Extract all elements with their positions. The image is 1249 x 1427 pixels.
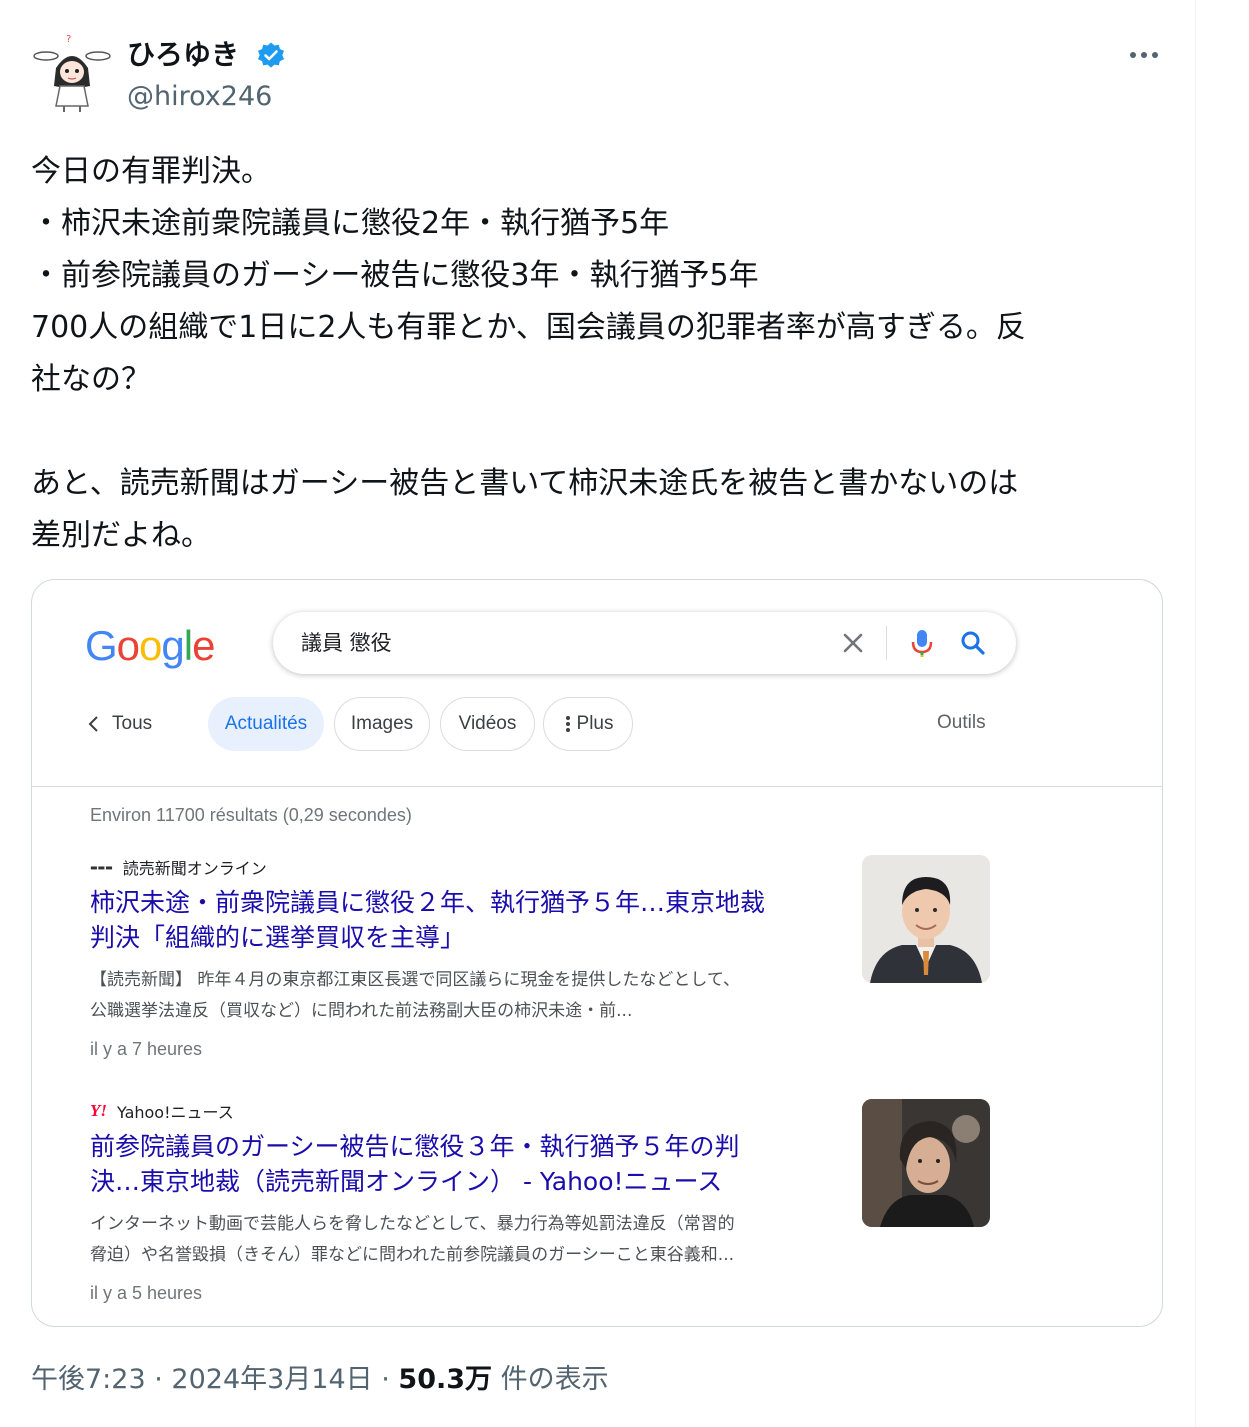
tweet-line: 700人の組織で1日に2人も有罪とか、国会議員の犯罪者率が高すぎる。反 [31, 310, 1026, 345]
avatar[interactable]: ? [30, 30, 114, 114]
result-stats: Environ 11700 résultats (0,29 secondes) [90, 805, 412, 825]
result-title-link[interactable]: 柿沢未途・前衆院議員に懲役２年、執行猶予５年…東京地裁 判決「組織的に選挙買収を… [90, 885, 850, 955]
result-title-link[interactable]: 前参院議員のガーシー被告に懲役３年・執行猶予５年の判 決…東京地裁（読売新聞オン… [90, 1129, 850, 1199]
tab-label: Plus [576, 713, 614, 734]
tab-label: Vidéos [458, 713, 517, 734]
result-thumbnail[interactable] [862, 1099, 990, 1227]
clear-icon[interactable] [838, 628, 868, 658]
result-source: Y! Yahoo!ニュース [90, 1099, 234, 1123]
result-thumbnail[interactable] [862, 855, 990, 983]
tweet-line: 社なの？ [31, 362, 151, 397]
title-line: 判決「組織的に選挙買収を主導」 [90, 923, 466, 952]
tab-label: Tous [112, 713, 153, 734]
chevron-left-icon [88, 716, 98, 732]
tweet-time[interactable]: 午後7:23 [31, 1364, 146, 1395]
yahoo-logo-icon: Y! [90, 1101, 107, 1120]
result-time: il y a 5 heures [90, 1283, 203, 1303]
verified-badge-icon [258, 42, 284, 68]
search-icon[interactable] [958, 628, 988, 658]
meta-separator: · [154, 1364, 172, 1395]
source-name: Yahoo!ニュース [117, 1103, 234, 1122]
svg-text:?: ? [66, 34, 71, 45]
tab-label: Actualités [224, 713, 308, 734]
tweet-text: 今日の有罪判決。 ・柿沢未途前衆院議員に懲役2年・執行猶予5年 ・前参院議員のガ… [31, 146, 1171, 562]
result-snippet: インターネット動画で芸能人らを脅したなどとして、暴力行為等処罰法違反（常習的 脅… [90, 1209, 830, 1271]
media-card[interactable]: Google 議員 懲役 Tous Actualités Images Vidé… [31, 579, 1163, 1327]
meta-separator: · [381, 1364, 399, 1395]
tab-actualites[interactable]: Actualités [208, 697, 324, 751]
search-input[interactable]: 議員 懲役 [301, 628, 392, 658]
timeline-border [1195, 0, 1196, 1427]
views-count: 50.3万 [398, 1364, 493, 1395]
snippet-line: 【読売新聞】 昨年４月の東京都江東区長選で同区議らに現金を提供したなどとして、 [90, 970, 741, 990]
tab-tous[interactable]: Tous [84, 697, 152, 751]
tweet-meta: 午後7:23 · 2024年3月14日 · 50.3万 件の表示 [31, 1360, 609, 1400]
tweet-date[interactable]: 2024年3月14日 [171, 1364, 372, 1395]
search-box[interactable]: 議員 懲役 [273, 612, 1016, 674]
tab-images[interactable]: Images [334, 697, 430, 751]
tools-button[interactable]: Outils [937, 712, 986, 734]
handle[interactable]: @hirox246 [127, 80, 272, 114]
search-result: ▬▬▬ 読売新聞オンライン 柿沢未途・前衆院議員に懲役２年、執行猶予５年…東京地… [90, 855, 1100, 1065]
google-logo: Google [85, 622, 215, 669]
mic-icon[interactable] [905, 626, 939, 660]
title-line: 前参院議員のガーシー被告に懲役３年・執行猶予５年の判 [90, 1132, 740, 1161]
views-label: 件の表示 [500, 1364, 609, 1395]
tweet-line: ・前参院議員のガーシー被告に懲役3年・執行猶予5年 [31, 258, 759, 293]
result-source: ▬▬▬ 読売新聞オンライン [90, 855, 267, 879]
result-snippet: 【読売新聞】 昨年４月の東京都江東区長選で同区議らに現金を提供したなどとして、 … [90, 965, 830, 1027]
tweet-line: 差別だよね。 [31, 518, 211, 553]
title-line: 決…東京地裁（読売新聞オンライン） - Yahoo!ニュース [90, 1167, 723, 1196]
tweet-line: あと、読売新聞はガーシー被告と書いて柿沢未途氏を被告と書かないのは [31, 466, 1019, 501]
tab-label: Images [350, 713, 414, 734]
search-divider [886, 626, 887, 660]
source-name: 読売新聞オンライン [122, 859, 267, 878]
title-line: 柿沢未途・前衆院議員に懲役２年、執行猶予５年…東京地裁 [90, 888, 766, 917]
snippet-line: 公職選挙法違反（買収など）に問われた前法務副大臣の柿沢未途・前... [90, 1001, 633, 1021]
tab-plus[interactable]: Plus [543, 697, 633, 751]
snippet-line: 脅迫）や名誉毀損（きそん）罪などに問われた前参院議員のガーシーこと東谷義和... [90, 1245, 735, 1265]
tweet-line: ・柿沢未途前衆院議員に懲役2年・執行猶予5年 [31, 206, 670, 241]
result-time: il y a 7 heures [90, 1039, 203, 1059]
snippet-line: インターネット動画で芸能人らを脅したなどとして、暴力行為等処罰法違反（常習的 [90, 1214, 735, 1234]
more-vert-icon [565, 716, 570, 732]
tabs-divider [32, 786, 1162, 787]
tweet-line: 今日の有罪判決。 [31, 154, 271, 189]
more-options-icon[interactable] [1120, 38, 1168, 72]
display-name[interactable]: ひろゆき [127, 36, 239, 74]
yomiuri-logo-icon: ▬▬▬ [90, 862, 113, 872]
search-result: Y! Yahoo!ニュース 前参院議員のガーシー被告に懲役３年・執行猶予５年の判… [90, 1099, 1100, 1309]
tab-videos[interactable]: Vidéos [440, 697, 535, 751]
